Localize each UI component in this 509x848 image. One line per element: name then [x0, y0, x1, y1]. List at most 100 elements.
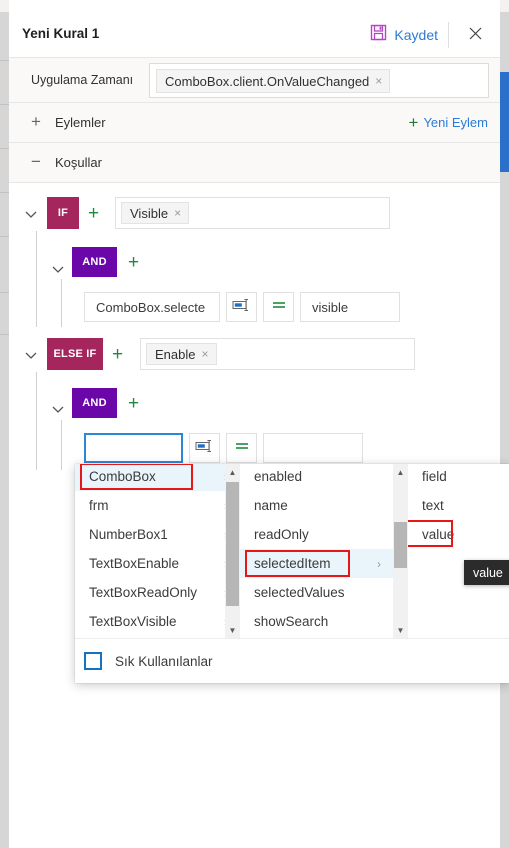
elseif-target-input[interactable]: Enable × [140, 338, 415, 370]
flyout-option-name[interactable]: name [240, 491, 393, 520]
page-scrollbar-top-cap [500, 0, 509, 12]
condition-1-left-input[interactable]: ComboBox.selecte [84, 292, 220, 322]
dialog-header: Yeni Kural 1 Kaydet [9, 12, 500, 58]
and-group-2-collapse-chevron[interactable] [50, 401, 66, 417]
favorites-checkbox[interactable] [84, 652, 102, 670]
if-branch-collapse-chevron[interactable] [23, 206, 39, 222]
condition-1-right-input[interactable]: visible [300, 292, 400, 322]
flyout-option-showsearch[interactable]: showSearch [240, 607, 393, 636]
page-background-below-dialog [9, 712, 500, 848]
favorites-label: Sık Kullanılanlar [115, 653, 213, 669]
background-panel-left-top [0, 0, 9, 12]
actions-expand-toggle[interactable]: + [27, 112, 45, 131]
condition-1-left-value: ComboBox.selecte [96, 300, 206, 315]
elseif-target-pill[interactable]: Enable × [146, 343, 217, 365]
page-title: Yeni Kural 1 [22, 26, 100, 41]
condition-2-left-type-button[interactable] [189, 433, 220, 463]
flyout-option-label: TextBoxVisible [89, 614, 177, 629]
flyout-column2-scrollbar[interactable]: ▲ ▼ [393, 464, 408, 638]
condition-1-left-type-button[interactable] [226, 292, 257, 322]
flyout-option-label: selectedValues [254, 585, 345, 600]
trigger-input[interactable]: ComboBox.client.OnValueChanged × [149, 63, 489, 98]
condition-2-right-input[interactable] [263, 433, 363, 463]
actions-section-row: + Eylemler + Yeni Eylem [9, 103, 500, 143]
flyout-option-label: text [422, 498, 444, 513]
add-action-label: Yeni Eylem [423, 115, 488, 130]
and-group-2-add-button[interactable]: + [128, 394, 139, 413]
flyout-option-value[interactable]: value [408, 520, 509, 549]
flyout-column-subproperties: field text value [408, 464, 509, 638]
flyout-option-enabled[interactable]: enabled [240, 464, 393, 491]
flyout-option-frm[interactable]: frm › [75, 491, 240, 520]
flyout-column1-scrollbar[interactable]: ▲ ▼ [225, 464, 240, 638]
if-badge[interactable]: IF [47, 197, 79, 229]
and-group-1-add-button[interactable]: + [128, 253, 139, 272]
background-panel-left-edge [0, 0, 9, 848]
conditions-section-label: Koşullar [55, 155, 102, 170]
plus-icon: + [408, 113, 419, 132]
save-button-label: Kaydet [394, 27, 438, 43]
scroll-down-arrow-icon[interactable]: ▼ [393, 622, 408, 638]
if-target-input[interactable]: Visible × [115, 197, 390, 229]
flyout-column-components: ComboBox › frm › NumberBox1 › TextBoxEna… [75, 464, 240, 638]
save-button[interactable]: Kaydet [370, 24, 438, 46]
and-group-2-guide-line [61, 420, 62, 470]
scroll-up-arrow-icon[interactable]: ▲ [225, 464, 240, 480]
and-group-1-badge[interactable]: AND [72, 247, 117, 277]
and-group-1-collapse-chevron[interactable] [50, 261, 66, 277]
flyout-option-label: readOnly [254, 527, 309, 542]
flyout-option-numberbox1[interactable]: NumberBox1 › [75, 520, 240, 549]
elseif-branch-collapse-chevron[interactable] [23, 347, 39, 363]
page-scrollbar-thumb[interactable] [500, 72, 509, 172]
textfield-cursor-icon [195, 439, 215, 458]
flyout-option-label: NumberBox1 [89, 527, 168, 542]
and-group-1-guide-line [61, 279, 62, 327]
flyout-column1-scroll-thumb[interactable] [226, 482, 239, 606]
flyout-column2-scroll-thumb[interactable] [394, 522, 407, 568]
page-scrollbar-track[interactable] [500, 0, 509, 848]
close-button[interactable] [463, 24, 487, 48]
flyout-option-combobox[interactable]: ComboBox › [75, 464, 240, 491]
equals-icon [233, 439, 251, 457]
flyout-option-label: TextBoxReadOnly [89, 585, 198, 600]
flyout-option-label: enabled [254, 469, 303, 484]
add-action-button[interactable]: + Yeni Eylem [409, 114, 489, 131]
flyout-option-label: value [422, 527, 455, 542]
flyout-option-textboxenable[interactable]: TextBoxEnable › [75, 549, 240, 578]
close-icon [468, 26, 483, 46]
flyout-option-label: ComboBox [89, 469, 156, 484]
save-floppy-icon [370, 24, 387, 46]
flyout-option-label: field [422, 469, 447, 484]
conditions-collapse-toggle[interactable]: − [27, 152, 45, 171]
flyout-option-label: frm [89, 498, 109, 513]
flyout-option-text[interactable]: text [408, 491, 509, 520]
rule-editor-window: Yeni Kural 1 Kaydet Uygulama Zamanı Comb… [0, 0, 509, 848]
chevron-right-icon: › [377, 556, 381, 571]
elseif-branch-guide-line [36, 372, 37, 470]
and-group-2-badge[interactable]: AND [72, 388, 117, 418]
favorites-bar: Sık Kullanılanlar [75, 638, 509, 683]
property-picker-flyout: ComboBox › frm › NumberBox1 › TextBoxEna… [75, 464, 509, 683]
scroll-up-arrow-icon[interactable]: ▲ [393, 464, 408, 480]
flyout-option-textboxvisible[interactable]: TextBoxVisible › [75, 607, 240, 636]
elseif-add-condition-button[interactable]: + [112, 345, 123, 364]
elseif-badge[interactable]: ELSE IF [47, 338, 103, 370]
flyout-option-selectedvalues[interactable]: selectedValues [240, 578, 393, 607]
flyout-option-label: name [254, 498, 288, 513]
if-add-condition-button[interactable]: + [88, 204, 99, 223]
condition-2-comparator-button[interactable] [226, 433, 257, 463]
condition-1-comparator-button[interactable] [263, 292, 294, 322]
if-target-pill[interactable]: Visible × [121, 202, 190, 224]
trigger-pill-remove-icon[interactable]: × [375, 74, 382, 88]
flyout-option-selecteditem[interactable]: selectedItem › [240, 549, 393, 578]
header-divider [448, 22, 449, 48]
condition-2-left-input[interactable] [84, 433, 183, 463]
flyout-option-readonly[interactable]: readOnly [240, 520, 393, 549]
scroll-down-arrow-icon[interactable]: ▼ [225, 622, 240, 638]
trigger-pill[interactable]: ComboBox.client.OnValueChanged × [156, 69, 391, 93]
elseif-target-pill-remove-icon[interactable]: × [201, 347, 208, 361]
flyout-option-field[interactable]: field [408, 464, 509, 491]
conditions-section-row: − Koşullar [9, 143, 500, 183]
if-target-pill-remove-icon[interactable]: × [174, 206, 181, 220]
flyout-option-textboxreadonly[interactable]: TextBoxReadOnly › [75, 578, 240, 607]
